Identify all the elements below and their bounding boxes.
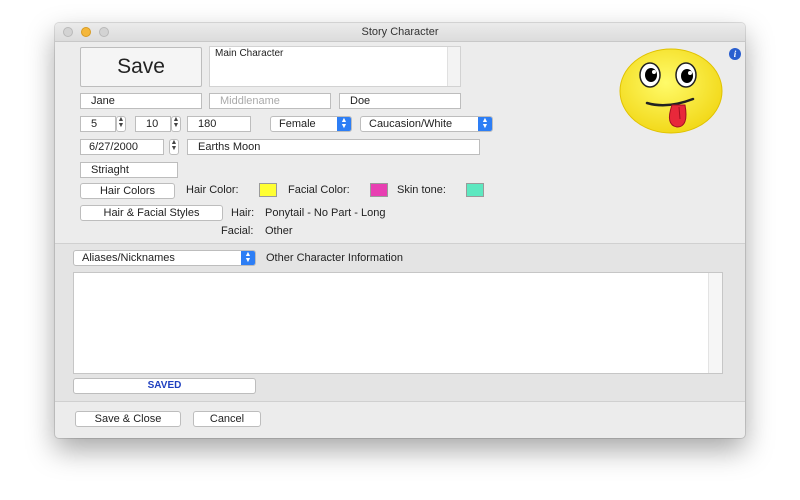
weight-field[interactable]: 180 [187, 116, 251, 132]
save-status-field: SAVED [73, 378, 256, 394]
hair-facial-styles-button[interactable]: Hair & Facial Styles [80, 205, 223, 221]
last-name-field[interactable]: Doe [339, 93, 461, 109]
ethnicity-select-value: Caucasion/White [369, 118, 453, 130]
hair-colors-button[interactable]: Hair Colors [80, 183, 175, 199]
orientation-field[interactable]: Striaght [80, 162, 178, 178]
facial-style-value: Other [265, 225, 293, 237]
other-info-textarea[interactable] [73, 272, 723, 374]
role-textarea[interactable]: Main Character [209, 46, 461, 87]
hair-style-value: Ponytail - No Part - Long [265, 207, 386, 219]
info-category-value: Aliases/Nicknames [82, 252, 175, 264]
character-emoji-icon [619, 48, 723, 134]
other-info-scrollbar[interactable] [708, 273, 722, 373]
first-name-field[interactable]: Jane [80, 93, 202, 109]
hair-color-label: Hair Color: [186, 184, 239, 196]
facial-color-label: Facial Color: [288, 184, 350, 196]
save-button[interactable]: Save [80, 47, 202, 87]
gender-select-value: Female [279, 118, 316, 130]
cancel-button[interactable]: Cancel [193, 411, 261, 427]
height-feet-stepper[interactable]: ▲ ▼ [116, 116, 126, 132]
facial-style-label: Facial: [221, 225, 254, 237]
skin-tone-label: Skin tone: [397, 184, 446, 196]
footer-divider [55, 401, 745, 402]
chevron-updown-icon: ▲ ▼ [478, 117, 492, 131]
other-info-heading: Other Character Information [266, 252, 403, 264]
skin-tone-swatch[interactable] [466, 183, 484, 197]
middle-name-field[interactable]: Middlename [209, 93, 331, 109]
height-feet-field[interactable]: 5 [80, 116, 116, 132]
height-inches-stepper[interactable]: ▲ ▼ [171, 116, 181, 132]
info-icon[interactable]: i [729, 48, 741, 60]
save-close-button[interactable]: Save & Close [75, 411, 181, 427]
facial-color-swatch[interactable] [370, 183, 388, 197]
story-character-window: Story Character Save Main Character i Ja… [55, 23, 745, 438]
title-bar: Story Character [55, 23, 745, 42]
birthplace-field[interactable]: Earths Moon [187, 139, 480, 155]
chevron-updown-icon: ▲ ▼ [337, 117, 351, 131]
chevron-updown-icon: ▲ ▼ [241, 251, 255, 265]
birthdate-stepper[interactable]: ▲ ▼ [169, 139, 179, 155]
info-category-select[interactable]: Aliases/Nicknames ▲ ▼ [73, 250, 256, 266]
height-inches-field[interactable]: 10 [135, 116, 171, 132]
birthdate-field[interactable]: 6/27/2000 [80, 139, 164, 155]
window-title: Story Character [361, 26, 439, 38]
role-scrollbar[interactable] [447, 47, 460, 86]
role-text: Main Character [215, 48, 284, 59]
hair-color-swatch[interactable] [259, 183, 277, 197]
ethnicity-select[interactable]: Caucasion/White ▲ ▼ [360, 116, 493, 132]
hair-style-label: Hair: [231, 207, 255, 219]
gender-select[interactable]: Female ▲ ▼ [270, 116, 352, 132]
